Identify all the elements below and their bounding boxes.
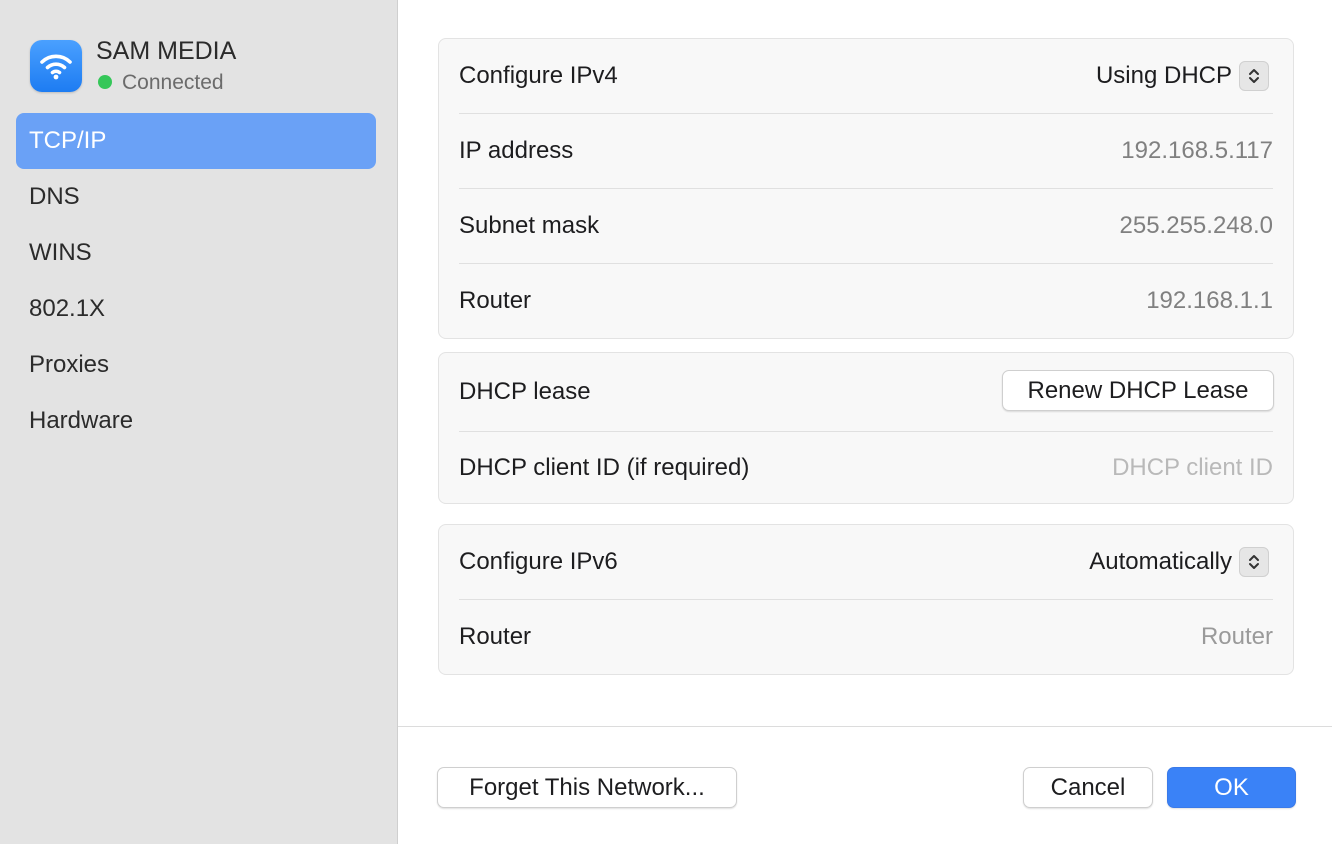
dhcp-lease-label: DHCP lease (459, 378, 591, 405)
configure-ipv4-popup[interactable]: Using DHCP (1096, 61, 1269, 91)
sidebar-item-proxies[interactable]: Proxies (16, 337, 376, 393)
subnet-mask-value: 255.255.248.0 (1119, 212, 1273, 239)
ipv4-router-row: Router 192.168.1.1 (439, 264, 1293, 338)
configure-ipv4-label: Configure IPv4 (459, 62, 618, 89)
configure-ipv6-value[interactable]: Automatically (1089, 548, 1232, 576)
sidebar: SAM MEDIA Connected TCP/IP DNS WINS 802.… (0, 0, 398, 844)
dhcp-client-id-label: DHCP client ID (if required) (459, 453, 750, 481)
network-status-text: Connected (122, 71, 224, 94)
renew-dhcp-lease-button[interactable]: Renew DHCP Lease (1002, 370, 1274, 411)
configure-ipv6-popup[interactable]: Automatically (1089, 547, 1269, 577)
sidebar-item-dns[interactable]: DNS (16, 169, 376, 225)
ipv6-router-label: Router (459, 623, 532, 650)
ipv6-router-input[interactable]: Router (1201, 623, 1273, 651)
configure-ipv6-label: Configure IPv6 (459, 548, 618, 575)
sidebar-nav: TCP/IP DNS WINS 802.1X Proxies Hardware (16, 113, 376, 449)
ip-address-row: IP address 192.168.5.117 (439, 114, 1293, 188)
subnet-mask-row: Subnet mask 255.255.248.0 (439, 189, 1293, 263)
configure-ipv4-value[interactable]: Using DHCP (1096, 62, 1232, 90)
network-status: Connected (98, 71, 224, 95)
dhcp-lease-row: DHCP lease Renew DHCP Lease (439, 353, 1293, 431)
sidebar-item-hardware[interactable]: Hardware (16, 393, 376, 449)
subnet-mask-label: Subnet mask (459, 212, 600, 239)
footer-divider (398, 726, 1332, 727)
ipv4-card: Configure IPv4 Using DHCP IP address 192… (438, 38, 1294, 339)
chevron-updown-icon[interactable] (1239, 61, 1269, 91)
ok-button[interactable]: OK (1167, 767, 1296, 808)
dhcp-card: DHCP lease Renew DHCP Lease DHCP client … (438, 352, 1294, 504)
ip-address-label: IP address (459, 137, 574, 164)
ipv6-router-row: Router Router (439, 600, 1293, 674)
sidebar-item-tcpip[interactable]: TCP/IP (16, 113, 376, 169)
network-header: SAM MEDIA Connected (30, 37, 390, 95)
chevron-updown-icon[interactable] (1239, 547, 1269, 577)
wifi-icon (30, 40, 82, 92)
dhcp-client-id-input[interactable]: DHCP client ID (1112, 454, 1273, 482)
configure-ipv6-row: Configure IPv6 Automatically (439, 525, 1293, 599)
sidebar-item-wins[interactable]: WINS (16, 225, 376, 281)
cancel-button[interactable]: Cancel (1023, 767, 1153, 808)
forget-network-button[interactable]: Forget This Network... (437, 767, 737, 808)
ipv4-router-label: Router (459, 287, 532, 314)
network-name: SAM MEDIA (96, 37, 237, 65)
status-dot-icon (98, 74, 112, 89)
configure-ipv4-row: Configure IPv4 Using DHCP (439, 39, 1293, 113)
ip-address-value: 192.168.5.117 (1121, 137, 1273, 164)
sidebar-item-8021x[interactable]: 802.1X (16, 281, 376, 337)
ipv4-router-value: 192.168.1.1 (1146, 287, 1273, 314)
ipv6-card: Configure IPv6 Automatically Router Rout… (438, 524, 1294, 675)
main-panel: Configure IPv4 Using DHCP IP address 192… (398, 0, 1332, 844)
dhcp-client-id-row: DHCP client ID (if required) DHCP client… (439, 432, 1293, 503)
